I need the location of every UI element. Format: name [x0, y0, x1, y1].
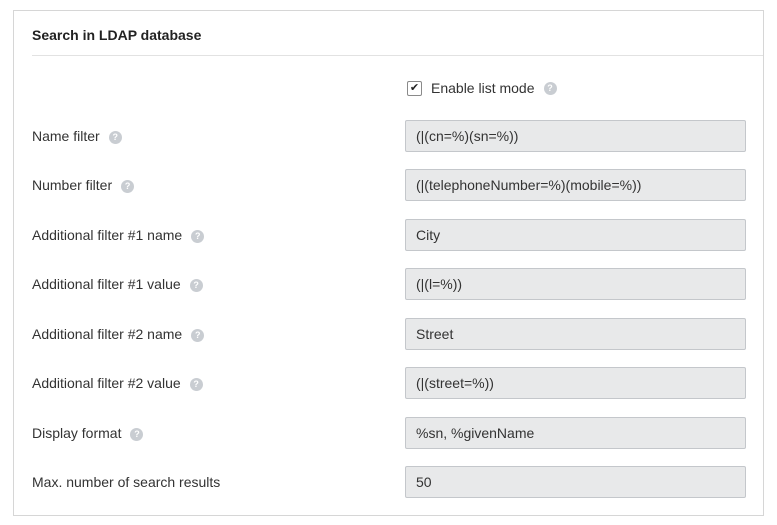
field-label: Additional filter #2 value?: [32, 375, 203, 391]
help-icon[interactable]: ?: [189, 278, 203, 292]
field-label: Additional filter #1 value?: [32, 276, 203, 292]
max-search-results-input[interactable]: [405, 466, 746, 498]
additional-filter-2-value-row: Additional filter #2 value?: [14, 367, 763, 399]
additional-filter-2-value-input[interactable]: [405, 367, 746, 399]
number-filter-row: Number filter?: [14, 169, 763, 201]
additional-filter-2-name-row: Additional filter #2 name?: [14, 318, 763, 350]
additional-filter-1-value-input[interactable]: [405, 268, 746, 300]
list-mode-label[interactable]: Enable list mode: [431, 80, 535, 96]
help-icon[interactable]: ?: [121, 179, 135, 193]
max-search-results-row: Max. number of search results: [14, 466, 763, 498]
additional-filter-1-name-input[interactable]: [405, 219, 746, 251]
additional-filter-1-name-row: Additional filter #1 name?: [14, 219, 763, 251]
field-label: Name filter?: [32, 128, 122, 144]
checkmark-icon: ✔: [409, 81, 420, 94]
help-icon[interactable]: ?: [543, 81, 557, 95]
field-label: Number filter?: [32, 177, 135, 193]
name-filter-input[interactable]: [405, 120, 746, 152]
list-mode-row: ✔ Enable list mode ?: [407, 78, 557, 98]
help-icon[interactable]: ?: [130, 427, 144, 441]
ldap-search-panel: Search in LDAP database ✔ Enable list mo…: [13, 10, 764, 516]
name-filter-row: Name filter?: [14, 120, 763, 152]
number-filter-input[interactable]: [405, 169, 746, 201]
display-format-input[interactable]: [405, 417, 746, 449]
help-icon[interactable]: ?: [191, 328, 205, 342]
field-label: Additional filter #2 name?: [32, 326, 205, 342]
panel-title: Search in LDAP database: [32, 27, 202, 43]
list-mode-checkbox[interactable]: ✔: [407, 80, 422, 96]
display-format-row: Display format?: [14, 417, 763, 449]
help-icon[interactable]: ?: [108, 130, 122, 144]
help-icon[interactable]: ?: [191, 229, 205, 243]
field-label: Additional filter #1 name?: [32, 227, 205, 243]
title-divider: [32, 55, 763, 56]
field-label: Max. number of search results: [32, 474, 221, 490]
additional-filter-2-name-input[interactable]: [405, 318, 746, 350]
field-label: Display format?: [32, 425, 144, 441]
help-icon[interactable]: ?: [189, 377, 203, 391]
additional-filter-1-value-row: Additional filter #1 value?: [14, 268, 763, 300]
